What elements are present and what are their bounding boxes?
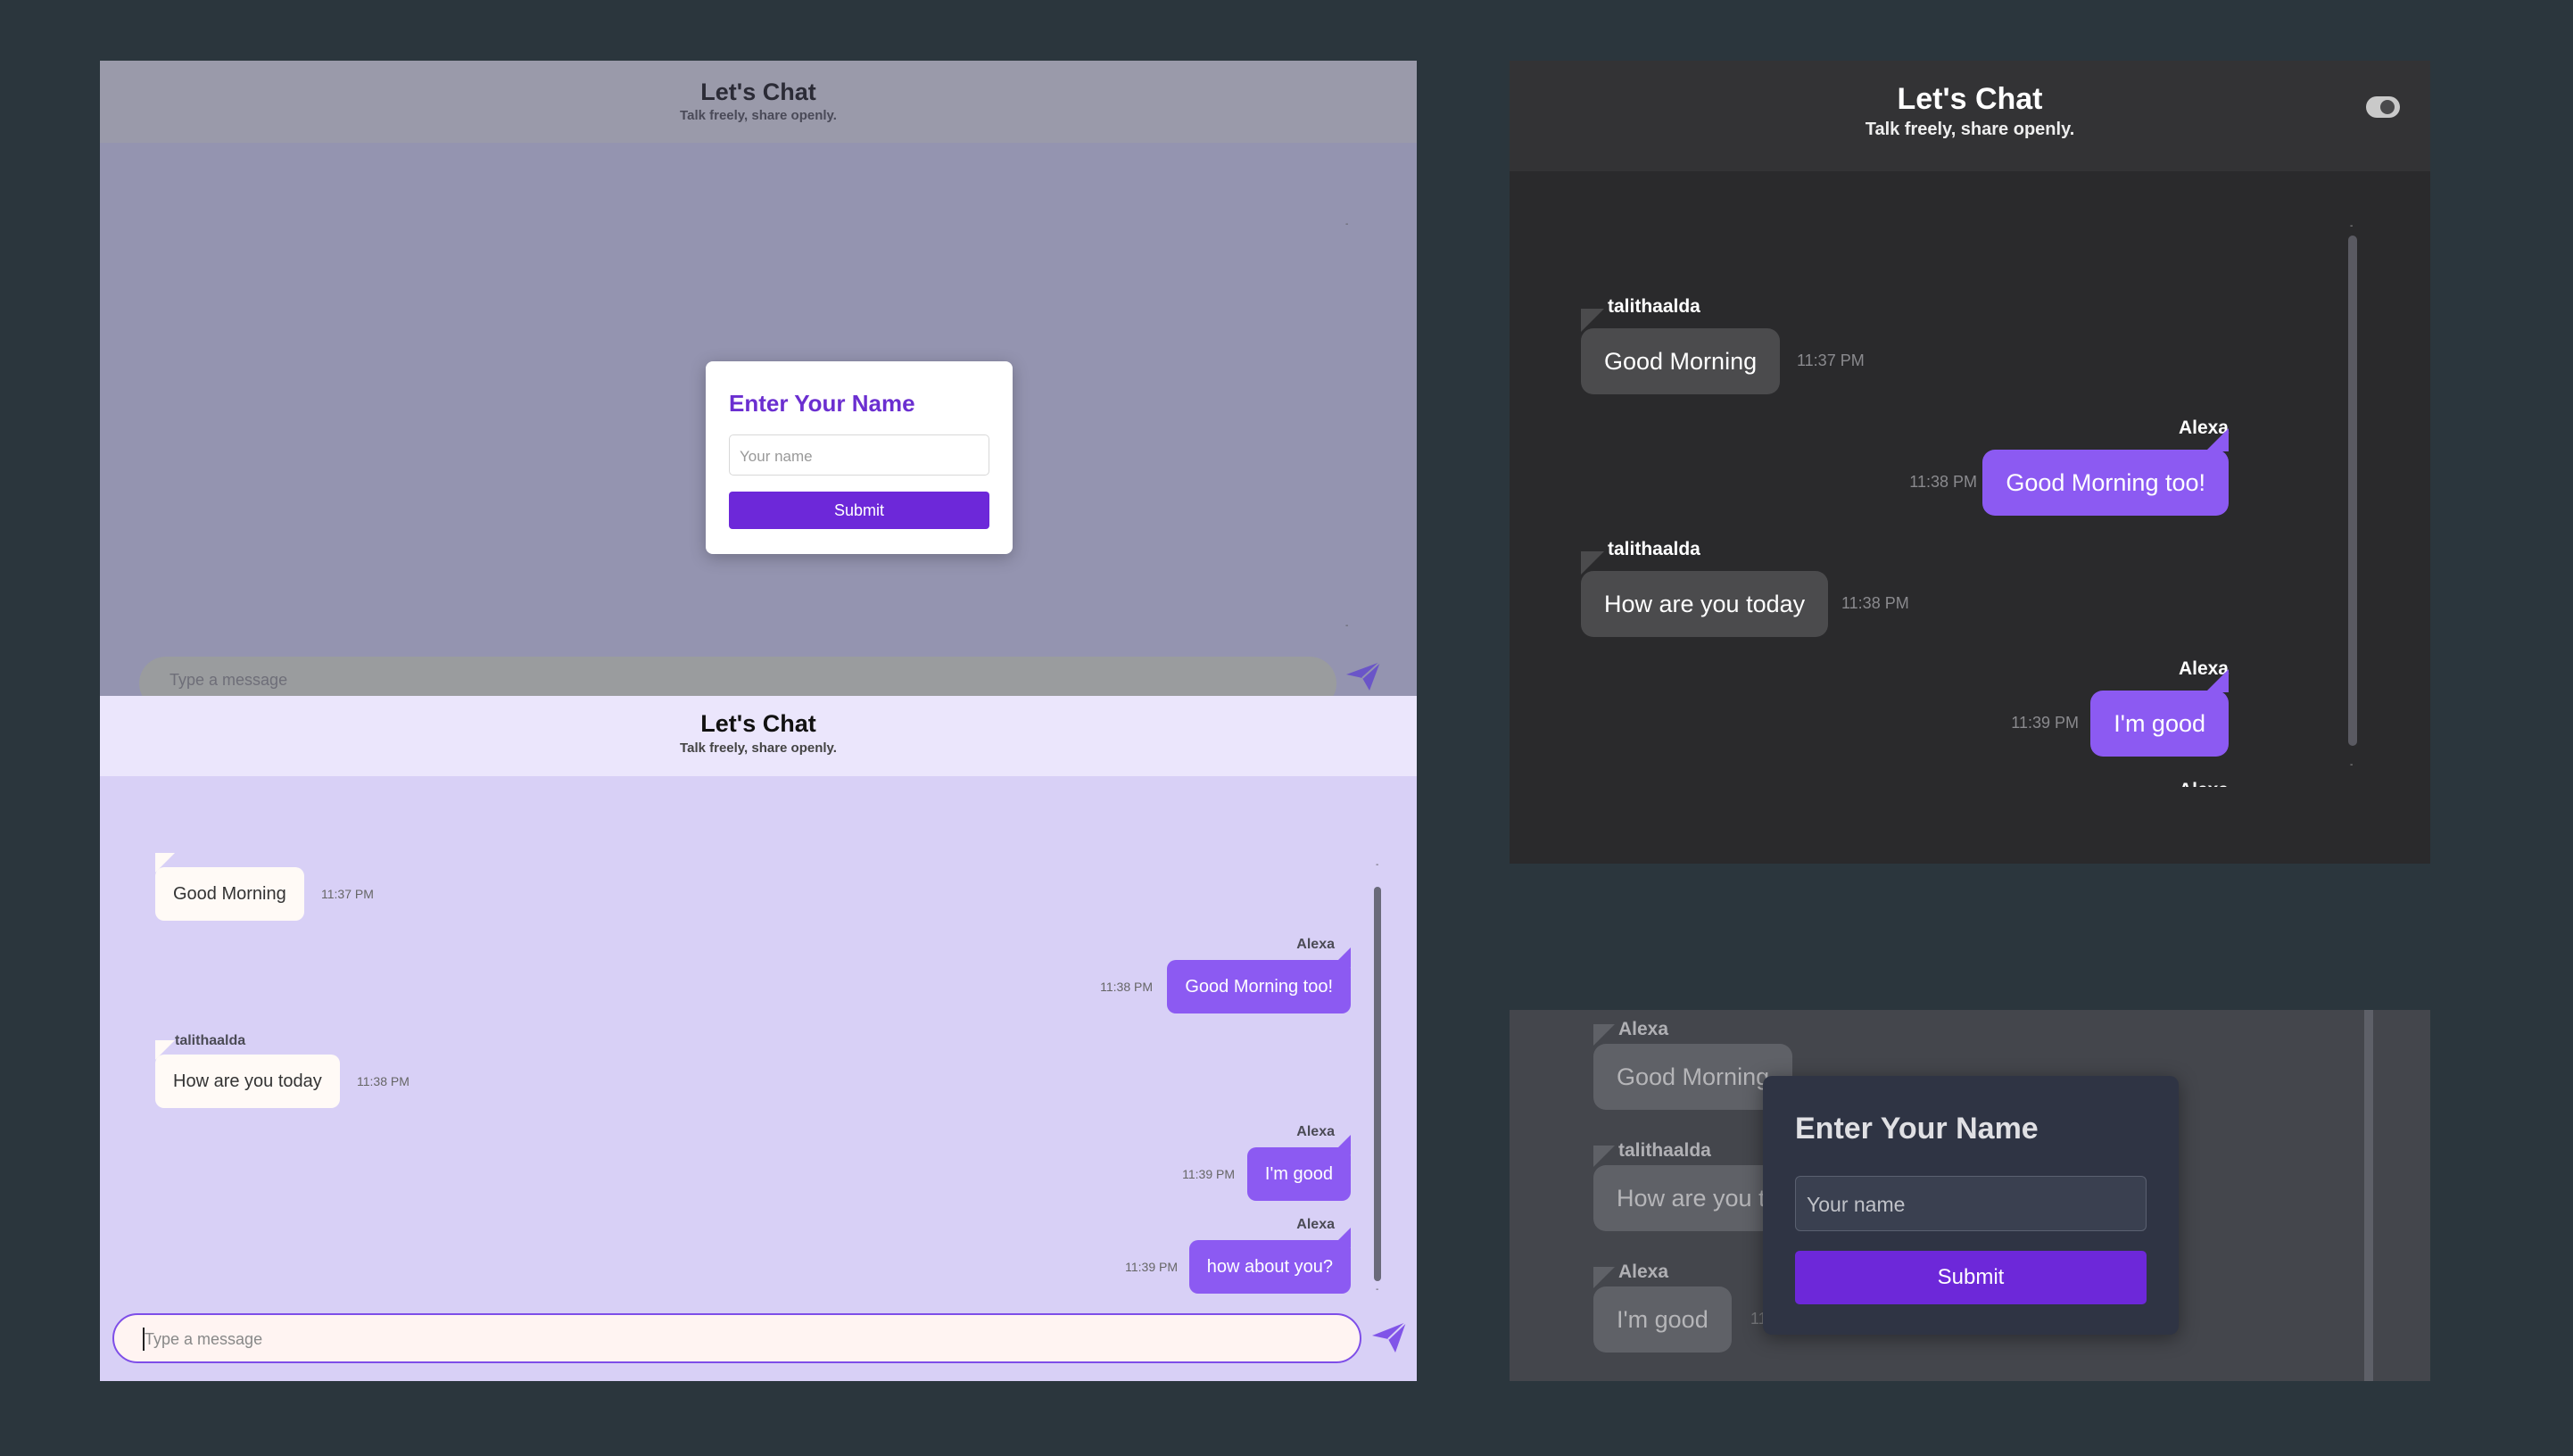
message-sender: talithaalda [1618,1140,1711,1161]
message-input[interactable]: Type a message [112,1313,1361,1363]
scroll-arrow-up[interactable]: - [2350,221,2353,231]
bubble-tail [1593,1267,1615,1288]
message-sender: Alexa [1296,1217,1335,1232]
message-sender: talithaalda [1608,296,1700,317]
message-time: 11:38 PM [357,1074,410,1088]
message-time: 11:39 PM [1182,1167,1235,1181]
message-input-placeholder: Type a message [145,1330,263,1348]
message-sender: Alexa [1296,1124,1335,1139]
name-modal-heading: Enter Your Name [729,390,915,417]
name-input[interactable]: Your name [1795,1176,2147,1231]
message-sender: Alexa [2179,780,2229,787]
message-time: 11:39 PM [2011,714,2079,732]
send-button[interactable] [1370,1320,1408,1359]
scroll-arrow-down[interactable]: - [1376,1285,1378,1295]
bubble-tail [2205,428,2229,451]
name-input-placeholder: Your name [1807,1193,1906,1216]
message-input-placeholder: Type a message [170,671,288,689]
scroll-arrow-up[interactable]: - [1376,860,1378,870]
message-bubble-incoming: Good Morning [155,867,304,921]
app-subtitle: Talk freely, share openly. [1865,120,2075,139]
name-input[interactable]: Your name [729,434,989,476]
message-scrollbar[interactable] [1374,887,1381,1281]
send-icon [1372,1321,1407,1353]
message-time: 11:37 PM [321,887,374,901]
message-bubble-outgoing: I'm good [1246,1147,1351,1201]
light-chat-name-prompt-screen: Let's Chat Talk freely, share openly. - … [100,61,1417,696]
app-title: Let's Chat [700,79,816,105]
bubble-tail [1593,1024,1615,1046]
app-title: Let's Chat [700,710,816,737]
submit-name-button[interactable]: Submit [729,492,989,529]
light-chat-screen: Let's Chat Talk freely, share openly. Go… [100,696,1417,1381]
message-input[interactable]: Type a message [139,657,1336,696]
bubble-tail [2205,669,2229,692]
message-list: talithaalda Good Morning 11:37 PM Alexa … [1510,177,2339,787]
message-bubble-outgoing: I'm good [2090,691,2229,757]
bubble-tail [1593,1146,1615,1167]
scroll-arrow-down[interactable]: - [1345,621,1348,631]
name-modal: Enter Your Name Your name Submit [1763,1076,2179,1335]
message-time: 11:37 PM [1797,352,1865,369]
message-sender: Alexa [1618,1262,1669,1282]
chat-header: Let's Chat Talk freely, share openly. [1510,61,2430,171]
scroll-arrow-down[interactable]: - [2350,760,2353,770]
message-scrollbar[interactable] [2364,1010,2373,1381]
submit-name-button[interactable]: Submit [1795,1251,2147,1304]
message-bubble-outgoing: Good Morning too! [1982,450,2229,516]
message-time: 11:39 PM [1125,1260,1178,1274]
message-scrollbar[interactable] [2348,236,2357,746]
message-sender: Alexa [1296,937,1335,952]
message-time: 11:38 PM [1841,594,1909,612]
message-sender: Alexa [1618,1019,1669,1039]
message-bubble-incoming: How are you today [1581,571,1829,637]
app-subtitle: Talk freely, share openly. [680,108,837,123]
message-bubble-outgoing: how about you? [1188,1240,1351,1294]
name-modal: Enter Your Name Your name Submit [706,361,1013,554]
name-input-placeholder: Your name [740,448,813,465]
dark-chat-name-prompt-screen: Alexa Good Morning talithaalda How are y… [1510,1010,2430,1381]
app-subtitle: Talk freely, share openly. [680,740,837,756]
message-time: 11:38 PM [1100,980,1153,994]
message-bubble-incoming: I'm good [1593,1286,1732,1353]
message-bubble-incoming: Good Morning [1581,328,1781,394]
message-sender: talithaalda [175,1033,246,1048]
app-title: Let's Chat [1897,82,2043,116]
send-icon [1346,661,1381,691]
message-sender: talithaalda [1608,539,1700,559]
scroll-arrow-up[interactable]: - [1345,219,1348,229]
message-time: 11:38 PM [1909,473,1977,491]
theme-toggle-icon [2380,100,2395,114]
dark-chat-screen: Let's Chat Talk freely, share openly. ta… [1510,61,2430,864]
theme-toggle[interactable] [2366,96,2400,118]
name-modal-heading: Enter Your Name [1795,1112,2039,1146]
chat-header: Let's Chat Talk freely, share openly. [100,696,1417,776]
send-button[interactable] [1344,660,1382,696]
message-bubble-incoming: How are you today [155,1055,340,1108]
message-bubble-outgoing: Good Morning too! [1167,960,1351,1013]
chat-header: Let's Chat Talk freely, share openly. [100,61,1417,143]
